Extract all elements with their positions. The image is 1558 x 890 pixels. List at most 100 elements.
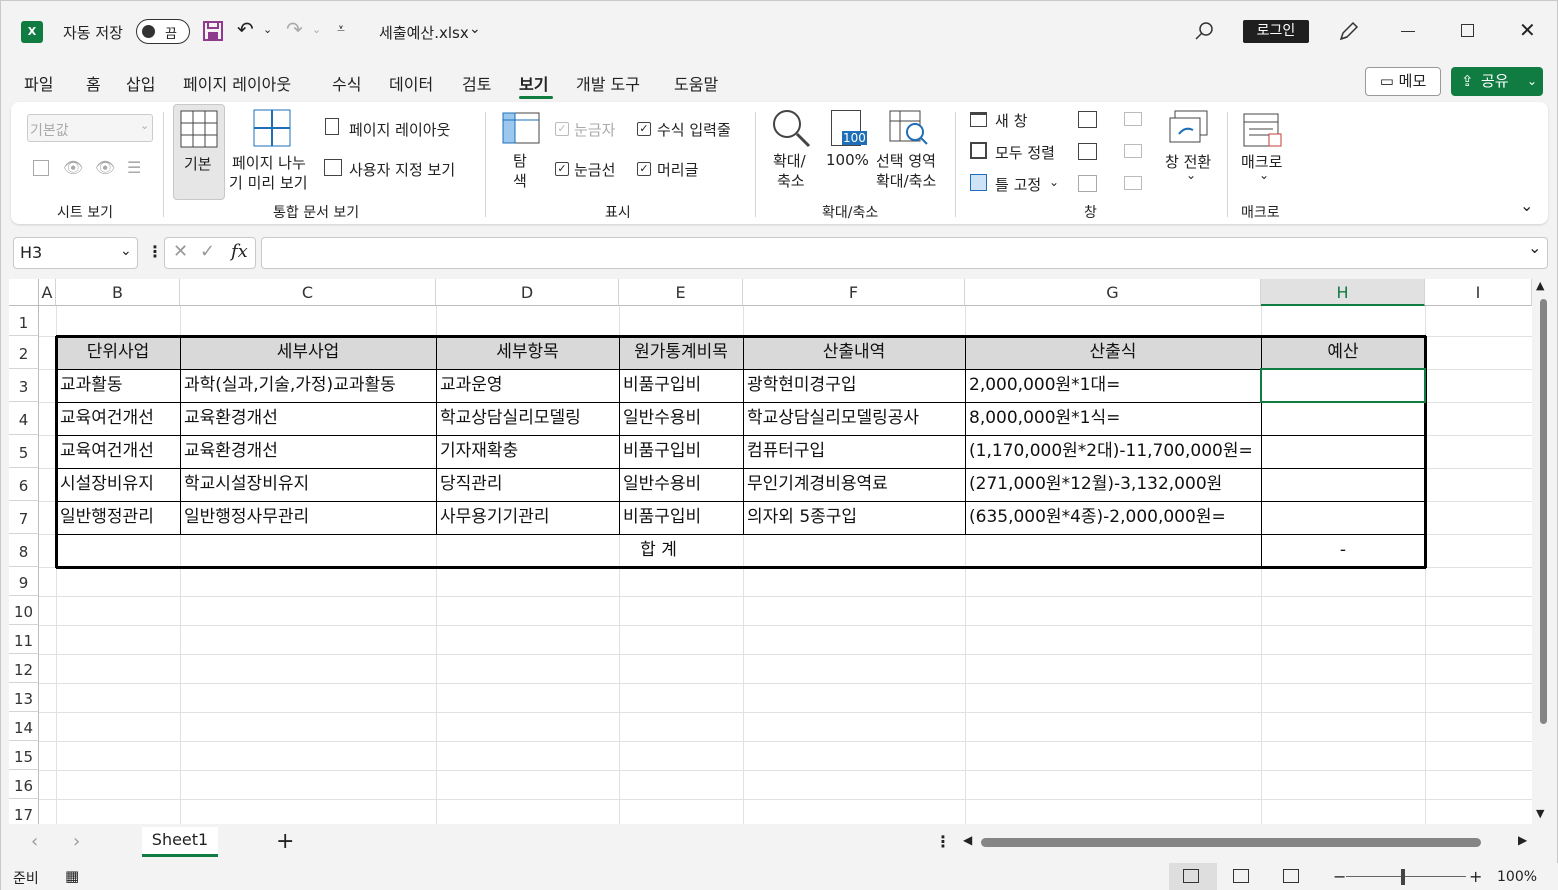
zoom-in-button[interactable]: + [1469, 867, 1482, 886]
sheet-tab-sheet1[interactable]: Sheet1 [142, 827, 218, 857]
total-label[interactable]: 합 계 [56, 534, 1261, 567]
zoom-level[interactable]: 100% [1497, 869, 1537, 885]
worksheet-grid[interactable]: ABCDEFGHI 1 2 3 4 5 6 7 8 9 10 11 12 13 14 15 16 17 단위사업… [9, 279, 1532, 824]
scroll-down-icon[interactable]: ▼ [1536, 807, 1544, 820]
filename-chevron-icon[interactable]: ⌄ [469, 21, 481, 37]
zoom-slider[interactable] [1346, 876, 1466, 877]
table-cell[interactable]: (271,000원*12월)-3,132,000원 [965, 468, 1261, 501]
formula-input[interactable]: ⌄ [261, 237, 1548, 269]
row-header-4[interactable]: 4 [9, 402, 39, 435]
table-header-cell[interactable]: 예산 [1261, 336, 1425, 369]
row-header-5[interactable]: 5 [9, 435, 39, 468]
enter-icon[interactable]: ✓ [200, 241, 215, 262]
switch-windows-chevron-icon[interactable]: ⌄ [1186, 168, 1196, 182]
row-header-8[interactable]: 8 [9, 534, 39, 567]
close-icon[interactable]: ✕ [1519, 18, 1536, 42]
ribbon-collapse-icon[interactable]: ⌄ [1520, 196, 1533, 215]
select-all-corner[interactable] [9, 279, 39, 306]
table-cell[interactable]: 당직관리 [436, 468, 619, 501]
next-sheet-icon[interactable]: › [73, 831, 80, 852]
row-header-16[interactable]: 16 [9, 770, 39, 799]
customize-toolbar-icon[interactable]: ⩡ [337, 21, 345, 37]
zoom-slider-thumb[interactable] [1401, 869, 1405, 885]
vertical-scroll-thumb[interactable] [1540, 299, 1547, 724]
table-cell[interactable]: 교육여건개선 [56, 435, 180, 468]
selected-cell-h3[interactable] [1260, 368, 1426, 403]
sync-scroll-icon[interactable] [1124, 144, 1142, 158]
column-header-c[interactable]: C [180, 279, 436, 306]
arrange-all-button[interactable]: 모두 정렬 [995, 142, 1055, 163]
table-cell[interactable]: 교육환경개선 [180, 435, 436, 468]
row-header-6[interactable]: 6 [9, 468, 39, 501]
column-header-d[interactable]: D [436, 279, 619, 306]
table-cell[interactable]: 일반수용비 [619, 468, 743, 501]
new-window-button[interactable]: 새 창 [995, 110, 1027, 131]
column-header-e[interactable]: E [619, 279, 743, 306]
name-box[interactable]: H3 ⌄ [13, 237, 138, 269]
unhide-window-icon[interactable] [1078, 175, 1097, 192]
zoom-out-button[interactable]: − [1333, 867, 1346, 886]
row-header-2[interactable]: 2 [9, 336, 39, 369]
page-layout-button[interactable]: 페이지 레이아웃 [349, 119, 450, 140]
undo-dropdown-icon[interactable]: ⌄ [263, 23, 272, 36]
search-icon[interactable] [1193, 20, 1215, 42]
column-header-a[interactable]: A [39, 279, 56, 306]
page-layout-status-icon[interactable] [1233, 869, 1249, 883]
menu-help[interactable]: 도움말 [674, 71, 718, 95]
cancel-icon[interactable]: ✕ [173, 241, 188, 262]
row-header-14[interactable]: 14 [9, 712, 39, 741]
table-cell[interactable]: 시설장비유지 [56, 468, 180, 501]
memo-button[interactable]: ▭ 메모 [1365, 67, 1441, 96]
row-header-12[interactable]: 12 [9, 654, 39, 683]
table-cell[interactable]: 교육환경개선 [180, 402, 436, 435]
table-cell[interactable] [1261, 435, 1425, 468]
minimize-icon[interactable] [1401, 31, 1415, 32]
table-cell[interactable]: (1,170,000원*2대)-11,700,000원= [965, 435, 1261, 468]
table-cell[interactable] [1261, 402, 1425, 435]
row-header-7[interactable]: 7 [9, 501, 39, 534]
column-header-g[interactable]: G [965, 279, 1261, 306]
row-header-10[interactable]: 10 [9, 596, 39, 625]
table-cell[interactable]: 기자재확충 [436, 435, 619, 468]
table-header-cell[interactable]: 단위사업 [56, 336, 180, 369]
page-break-status-icon[interactable] [1283, 869, 1299, 883]
table-cell[interactable] [1261, 468, 1425, 501]
redo-icon[interactable]: ↷ [286, 17, 303, 41]
table-cell[interactable]: 교과활동 [56, 369, 180, 402]
table-cell[interactable]: 일반수용비 [619, 402, 743, 435]
table-cell[interactable]: (635,000원*4종)-2,000,000원= [965, 501, 1261, 534]
formula-bar-checkbox[interactable]: ✓ [637, 122, 651, 136]
table-cell[interactable]: 일반행정사무관리 [180, 501, 436, 534]
column-header-f[interactable]: F [743, 279, 965, 306]
table-cell[interactable]: 2,000,000원*1대= [965, 369, 1261, 402]
split-icon[interactable] [1078, 111, 1097, 128]
gridlines-checkbox[interactable]: ✓ [555, 162, 569, 176]
table-cell[interactable]: 학교상담실리모델링 [436, 402, 619, 435]
menu-file[interactable]: 파일 [24, 71, 53, 95]
table-header-cell[interactable]: 산출내역 [743, 336, 965, 369]
macros-icon[interactable] [1243, 110, 1283, 148]
table-cell[interactable]: 의자외 5종구입 [743, 501, 965, 534]
total-value[interactable]: - [1261, 534, 1425, 567]
sheet-view-keep-icon[interactable] [33, 160, 49, 176]
macros-chevron-icon[interactable]: ⌄ [1259, 168, 1269, 182]
menu-view[interactable]: 보기 [519, 71, 548, 95]
add-sheet-button[interactable]: + [276, 829, 294, 854]
sheet-view-new-icon[interactable]: 👁 [95, 158, 115, 177]
zoom-icon[interactable] [771, 108, 811, 148]
maximize-icon[interactable] [1461, 24, 1474, 37]
table-cell[interactable]: 비품구입비 [619, 501, 743, 534]
table-header-cell[interactable]: 세부항목 [436, 336, 619, 369]
side-by-side-icon[interactable] [1124, 112, 1142, 126]
row-header-9[interactable]: 9 [9, 567, 39, 596]
scroll-left-icon[interactable]: ◀ [963, 833, 972, 847]
file-name[interactable]: 세출예산.xlsx [379, 22, 469, 43]
table-cell[interactable]: 비품구입비 [619, 435, 743, 468]
insert-function-icon[interactable]: fx [231, 241, 248, 262]
table-cell[interactable]: 8,000,000원*1식= [965, 402, 1261, 435]
row-header-1[interactable]: 1 [9, 306, 39, 336]
menu-developer[interactable]: 개발 도구 [576, 71, 640, 95]
sheet-view-exit-icon[interactable]: 👁 [63, 158, 83, 177]
scroll-right-icon[interactable]: ▶ [1518, 833, 1527, 847]
table-cell[interactable]: 학교상담실리모델링공사 [743, 402, 965, 435]
